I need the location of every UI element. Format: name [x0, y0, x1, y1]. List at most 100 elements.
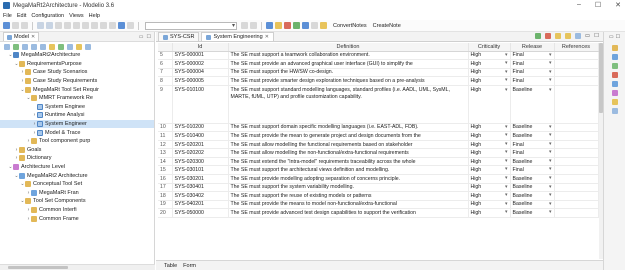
- tree-item[interactable]: ⌄ RequirementsPurpose: [0, 60, 154, 69]
- package-icon[interactable]: [275, 22, 282, 29]
- definition-cell[interactable]: The SE must provide advanced test design…: [228, 208, 469, 218]
- perspective-combo[interactable]: [145, 21, 237, 30]
- release-cell[interactable]: Final: [510, 165, 555, 175]
- requirement-id-cell[interactable]: SYS-010400: [172, 131, 229, 141]
- requirement-id-cell[interactable]: SYS-010200: [172, 123, 229, 133]
- tree-item[interactable]: System Enginee: [0, 103, 154, 112]
- release-cell[interactable]: Baseline: [510, 131, 555, 141]
- references-cell[interactable]: [554, 85, 599, 124]
- audit-icon[interactable]: [611, 72, 618, 78]
- remove-row-icon[interactable]: [544, 33, 551, 39]
- create-note-button[interactable]: CreateNote: [373, 23, 401, 29]
- move-up-icon[interactable]: [554, 33, 561, 39]
- search-view-icon[interactable]: [611, 99, 618, 105]
- tree-item[interactable]: ⌄ MegaMaRt Tool Set Requir: [0, 85, 154, 94]
- tree-menu-icon[interactable]: [85, 43, 91, 50]
- table-row[interactable]: 10 SYS-010200 The SE must support domain s…: [158, 123, 599, 133]
- convert-notes-button[interactable]: ConvertNotes: [333, 23, 367, 29]
- definition-cell[interactable]: The SE must provide the mean to generate…: [228, 131, 469, 141]
- table-row[interactable]: 20 SYS-050000 The SE must provide advanced…: [158, 208, 599, 218]
- table-row[interactable]: 15 SYS-030101 The SE must support the arch…: [158, 165, 599, 175]
- forward-icon[interactable]: [31, 43, 37, 50]
- new-project-icon[interactable]: [3, 22, 10, 29]
- requirement-id-cell[interactable]: SYS-000005: [172, 76, 229, 86]
- criticality-cell[interactable]: High: [468, 174, 511, 184]
- references-cell[interactable]: [554, 200, 599, 210]
- refresh-icon[interactable]: [67, 43, 73, 50]
- tab-system-engineering[interactable]: System Engineering ✕: [201, 32, 274, 41]
- copy-icon[interactable]: [64, 22, 71, 29]
- link-icon[interactable]: [284, 22, 291, 29]
- references-cell[interactable]: [554, 174, 599, 184]
- maximize-side-icon[interactable]: ☐: [616, 34, 620, 40]
- table-row[interactable]: 12 SYS-020201 The SE must allow modelling …: [158, 140, 599, 150]
- tab-table[interactable]: Table: [164, 263, 177, 269]
- scrollbar-thumb[interactable]: [8, 266, 68, 269]
- criticality-cell[interactable]: High: [468, 140, 511, 150]
- criticality-cell[interactable]: High: [468, 208, 511, 218]
- table-row[interactable]: 6 SYS-000002 The SE must provide an advanc…: [158, 59, 599, 69]
- definition-cell[interactable]: The SE must provide modelling adopting s…: [228, 174, 469, 184]
- tab-form[interactable]: Form: [183, 263, 196, 269]
- requirement-id-cell[interactable]: SYS-000004: [172, 68, 229, 78]
- class-icon[interactable]: [293, 22, 300, 29]
- table-row[interactable]: 17 SYS-030401 The SE must support the syst…: [158, 183, 599, 193]
- maximize-pane-icon[interactable]: ☐: [147, 34, 151, 40]
- references-cell[interactable]: [554, 208, 599, 218]
- menu-configuration[interactable]: Configuration: [31, 13, 64, 19]
- references-cell[interactable]: [554, 76, 599, 86]
- column-header-criticality[interactable]: Criticality: [468, 43, 511, 52]
- criticality-cell[interactable]: High: [468, 131, 511, 141]
- requirement-id-cell[interactable]: SYS-020300: [172, 157, 229, 167]
- requirement-id-cell[interactable]: SYS-010100: [172, 85, 229, 124]
- tree-item[interactable]: ⌄ Architecture Level: [0, 163, 154, 172]
- table-row[interactable]: 16 SYS-030201 The SE must provide modellin…: [158, 174, 599, 184]
- definition-cell[interactable]: The SE must support the reuse of existin…: [228, 191, 469, 201]
- tree-item[interactable]: ⌄ MMRT Framework Re: [0, 94, 154, 103]
- tree-item[interactable]: › Dictionary: [0, 154, 154, 163]
- requirement-id-cell[interactable]: SYS-030201: [172, 174, 229, 184]
- release-cell[interactable]: Baseline: [510, 157, 555, 167]
- tree-item[interactable]: ⌄ MegaMaRt2 Architecture: [0, 171, 154, 180]
- requirement-id-cell[interactable]: SYS-050000: [172, 208, 229, 218]
- references-cell[interactable]: [554, 165, 599, 175]
- paste-icon[interactable]: [73, 22, 80, 29]
- export-icon[interactable]: [109, 22, 116, 29]
- tab-model[interactable]: Model ✕: [3, 32, 40, 41]
- module-icon[interactable]: [302, 22, 309, 29]
- move-down-icon[interactable]: [564, 33, 571, 39]
- link-editor-icon[interactable]: [13, 43, 19, 50]
- requirement-id-cell[interactable]: SYS-000001: [172, 51, 229, 61]
- delete-icon[interactable]: [82, 22, 89, 29]
- table-row[interactable]: 19 SYS-040201 The SE must provide the mean…: [158, 200, 599, 210]
- tree-item[interactable]: ⌄ Conceptual Tool Set: [0, 180, 154, 189]
- properties-icon[interactable]: [611, 54, 618, 60]
- column-header-id[interactable]: Id: [172, 43, 229, 52]
- definition-cell[interactable]: The SE must extend the "intra-model" req…: [228, 157, 469, 167]
- tree-item[interactable]: ⌄ Tool Set Components: [0, 197, 154, 206]
- references-cell[interactable]: [554, 59, 599, 69]
- release-cell[interactable]: Baseline: [510, 208, 555, 218]
- diagram-icon[interactable]: [266, 22, 273, 29]
- tree-item[interactable]: › Common Interfi: [0, 206, 154, 215]
- requirement-id-cell[interactable]: SYS-030402: [172, 191, 229, 201]
- table-row[interactable]: 5 SYS-000001 The SE must support a teamwor…: [158, 51, 599, 61]
- table-row[interactable]: 9 SYS-010100 The SE must support standard …: [158, 85, 599, 124]
- references-cell[interactable]: [554, 140, 599, 150]
- table-row[interactable]: 7 SYS-000004 The SE must support the HW/SW…: [158, 68, 599, 78]
- table-row[interactable]: 18 SYS-030402 The SE must support the reus…: [158, 191, 599, 201]
- cut-icon[interactable]: [55, 22, 62, 29]
- tree-item[interactable]: › Tool component purp: [0, 137, 154, 146]
- back-icon[interactable]: [22, 43, 28, 50]
- release-cell[interactable]: Final: [510, 51, 555, 61]
- filter-icon[interactable]: [49, 43, 55, 50]
- references-cell[interactable]: [554, 123, 599, 133]
- diagram-view-icon[interactable]: [611, 90, 618, 96]
- menu-edit[interactable]: Edit: [17, 13, 26, 19]
- script-icon[interactable]: [320, 22, 327, 29]
- menu-views[interactable]: Views: [69, 13, 84, 19]
- column-header-index[interactable]: [158, 43, 173, 52]
- column-header-release[interactable]: Release: [510, 43, 555, 52]
- column-header-definition[interactable]: Definition: [228, 43, 469, 52]
- close-project-icon[interactable]: [12, 22, 19, 29]
